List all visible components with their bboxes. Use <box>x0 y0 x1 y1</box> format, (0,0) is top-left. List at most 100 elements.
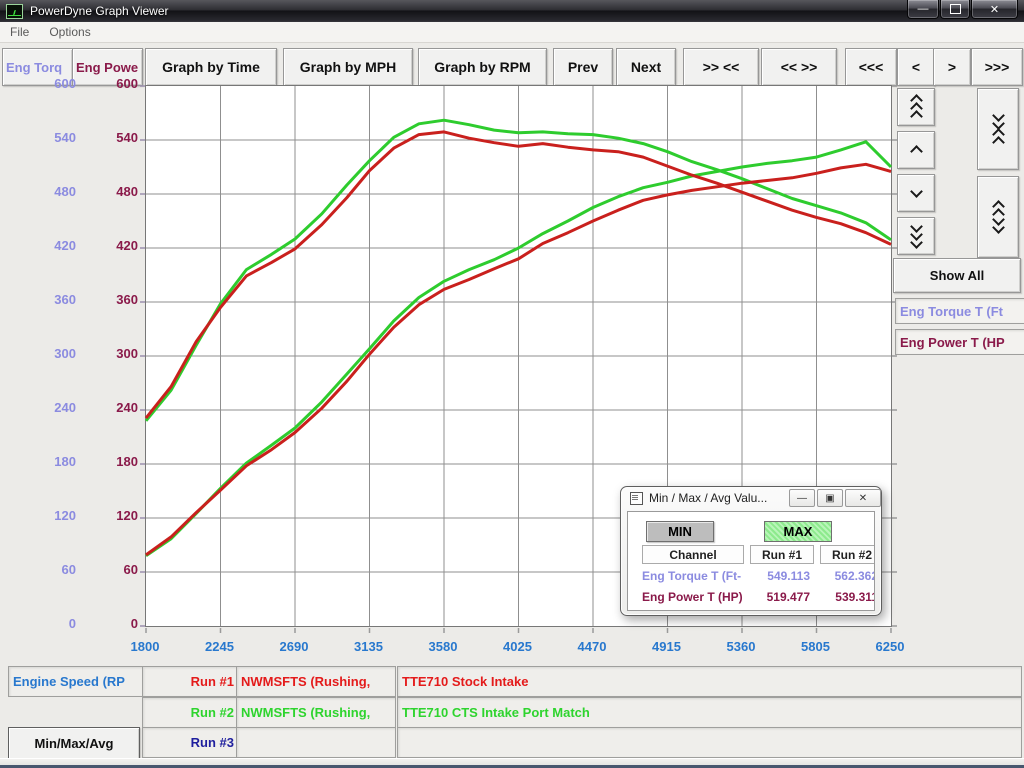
minmax-title-bar[interactable]: Min / Max / Avg Valu... — ▣ ✕ <box>621 487 881 509</box>
xtick-rpm: 2690 <box>264 639 324 654</box>
menu-bar: File Options <box>0 22 1024 43</box>
ytick-torque: 180 <box>34 454 76 469</box>
minmax-col-channel: Channel <box>642 545 744 564</box>
ytick-torque: 420 <box>34 238 76 253</box>
ytick-power: 480 <box>96 184 138 199</box>
ytick-power: 540 <box>96 130 138 145</box>
minmax-col-run1: Run #1 <box>750 545 814 564</box>
triple-chevron-down-icon <box>912 225 921 247</box>
xtick-rpm: 1800 <box>115 639 175 654</box>
run-label-box: Run #2 <box>142 697 240 728</box>
chevron-up-button[interactable] <box>897 131 935 169</box>
run-description-box: TTE710 Stock Intake <box>397 666 1022 697</box>
step-right-button[interactable]: > <box>933 48 971 86</box>
ytick-torque: 120 <box>34 508 76 523</box>
chevrons-inward-button[interactable] <box>977 88 1019 170</box>
ytick-power: 600 <box>96 76 138 91</box>
minmax-row-run2-value: 562.362 <box>820 569 875 585</box>
min-button[interactable]: MIN <box>646 521 714 542</box>
show-all-button[interactable]: Show All <box>893 258 1021 293</box>
step-left-button[interactable]: < <box>897 48 935 86</box>
ytick-power: 60 <box>96 562 138 577</box>
run-description-box: TTE710 CTS Intake Port Match <box>397 697 1022 728</box>
xtick-rpm: 2245 <box>190 639 250 654</box>
ytick-torque: 480 <box>34 184 76 199</box>
ytick-power: 0 <box>96 616 138 631</box>
minmax-close-button[interactable]: ✕ <box>845 489 881 507</box>
ytick-power: 180 <box>96 454 138 469</box>
minmax-maximize-button[interactable]: ▣ <box>817 489 843 507</box>
chevron-down-icon <box>912 190 921 196</box>
powerdyne-window: { "window": { "title": "PowerDyne Graph … <box>0 0 1024 768</box>
x-axis-channel-box: Engine Speed (RP <box>8 666 145 697</box>
triple-chevron-up-icon <box>912 96 921 118</box>
minmax-body: MIN MAX Channel Run #1 Run #2 Eng Torque… <box>627 511 875 611</box>
run-file-box: NWMSFTS (Rushing, <box>236 697 396 728</box>
triple-chevron-down-button[interactable] <box>897 217 935 255</box>
next-button[interactable]: Next <box>616 48 676 86</box>
pan-inward-button[interactable]: >> << <box>683 48 759 86</box>
run-file-box: NWMSFTS (Rushing, <box>236 666 396 697</box>
minimize-button[interactable]: — <box>907 0 939 19</box>
ytick-power: 420 <box>96 238 138 253</box>
prev-button[interactable]: Prev <box>553 48 613 86</box>
first-button[interactable]: <<< <box>845 48 897 86</box>
xtick-rpm: 3580 <box>413 639 473 654</box>
xtick-rpm: 4025 <box>488 639 548 654</box>
minmax-col-run2: Run #2 <box>820 545 875 564</box>
xtick-rpm: 5805 <box>786 639 846 654</box>
minmax-avg-button[interactable]: Min/Max/Avg <box>8 727 140 760</box>
graph-by-mph-button[interactable]: Graph by MPH <box>283 48 413 86</box>
pan-outward-button[interactable]: << >> <box>761 48 837 86</box>
max-button[interactable]: MAX <box>764 521 832 542</box>
channel-box-torque[interactable]: Eng Torque T (Ft <box>895 298 1024 324</box>
minmax-row-run2-value: 539.311 <box>820 590 875 606</box>
chevrons-outward-button[interactable] <box>977 176 1019 258</box>
xtick-rpm: 5360 <box>711 639 771 654</box>
ytick-torque: 0 <box>34 616 76 631</box>
title-bar: PowerDyne Graph Viewer — ✕ <box>0 0 1024 23</box>
chevron-down-button[interactable] <box>897 174 935 212</box>
minmax-row-channel: Eng Torque T (Ft- <box>642 569 748 585</box>
menu-file[interactable]: File <box>0 23 39 41</box>
maximize-icon <box>950 4 961 14</box>
minmax-window-icon <box>630 492 643 505</box>
xtick-rpm: 4915 <box>637 639 697 654</box>
ytick-torque: 60 <box>34 562 76 577</box>
ytick-torque: 300 <box>34 346 76 361</box>
chevrons-outward-icon <box>994 202 1003 232</box>
triple-chevron-up-button[interactable] <box>897 88 935 126</box>
maximize-button[interactable] <box>940 0 970 19</box>
ytick-torque: 240 <box>34 400 76 415</box>
run-file-box <box>236 727 396 758</box>
ytick-power: 300 <box>96 346 138 361</box>
window-bottom-border <box>0 758 1024 768</box>
xtick-rpm: 3135 <box>339 639 399 654</box>
minmax-avg-window[interactable]: Min / Max / Avg Valu... — ▣ ✕ MIN MAX Ch… <box>620 486 882 616</box>
close-button[interactable]: ✕ <box>971 0 1018 19</box>
minmax-window-title: Min / Max / Avg Valu... <box>649 491 787 505</box>
ytick-power: 360 <box>96 292 138 307</box>
menu-options[interactable]: Options <box>39 23 100 41</box>
chevron-up-icon <box>912 147 921 153</box>
ytick-power: 120 <box>96 508 138 523</box>
ytick-torque: 540 <box>34 130 76 145</box>
chevrons-inward-icon <box>994 114 1003 144</box>
graph-by-time-button[interactable]: Graph by Time <box>145 48 277 86</box>
graph-by-rpm-button[interactable]: Graph by RPM <box>418 48 547 86</box>
channel-box-power[interactable]: Eng Power T (HP <box>895 329 1024 355</box>
window-title: PowerDyne Graph Viewer <box>30 4 169 18</box>
run-label-box: Run #3 <box>142 727 240 758</box>
minmax-row-run1-value: 519.477 <box>750 590 810 606</box>
minmax-row-run1-value: 549.113 <box>750 569 810 585</box>
minmax-minimize-button[interactable]: — <box>789 489 815 507</box>
last-button[interactable]: >>> <box>971 48 1023 86</box>
minmax-row-channel: Eng Power T (HP) <box>642 590 748 606</box>
ytick-torque: 360 <box>34 292 76 307</box>
xtick-rpm: 6250 <box>860 639 920 654</box>
run-description-box <box>397 727 1022 758</box>
app-icon <box>6 4 23 19</box>
xtick-rpm: 4470 <box>562 639 622 654</box>
run-label-box: Run #1 <box>142 666 240 697</box>
ytick-power: 240 <box>96 400 138 415</box>
